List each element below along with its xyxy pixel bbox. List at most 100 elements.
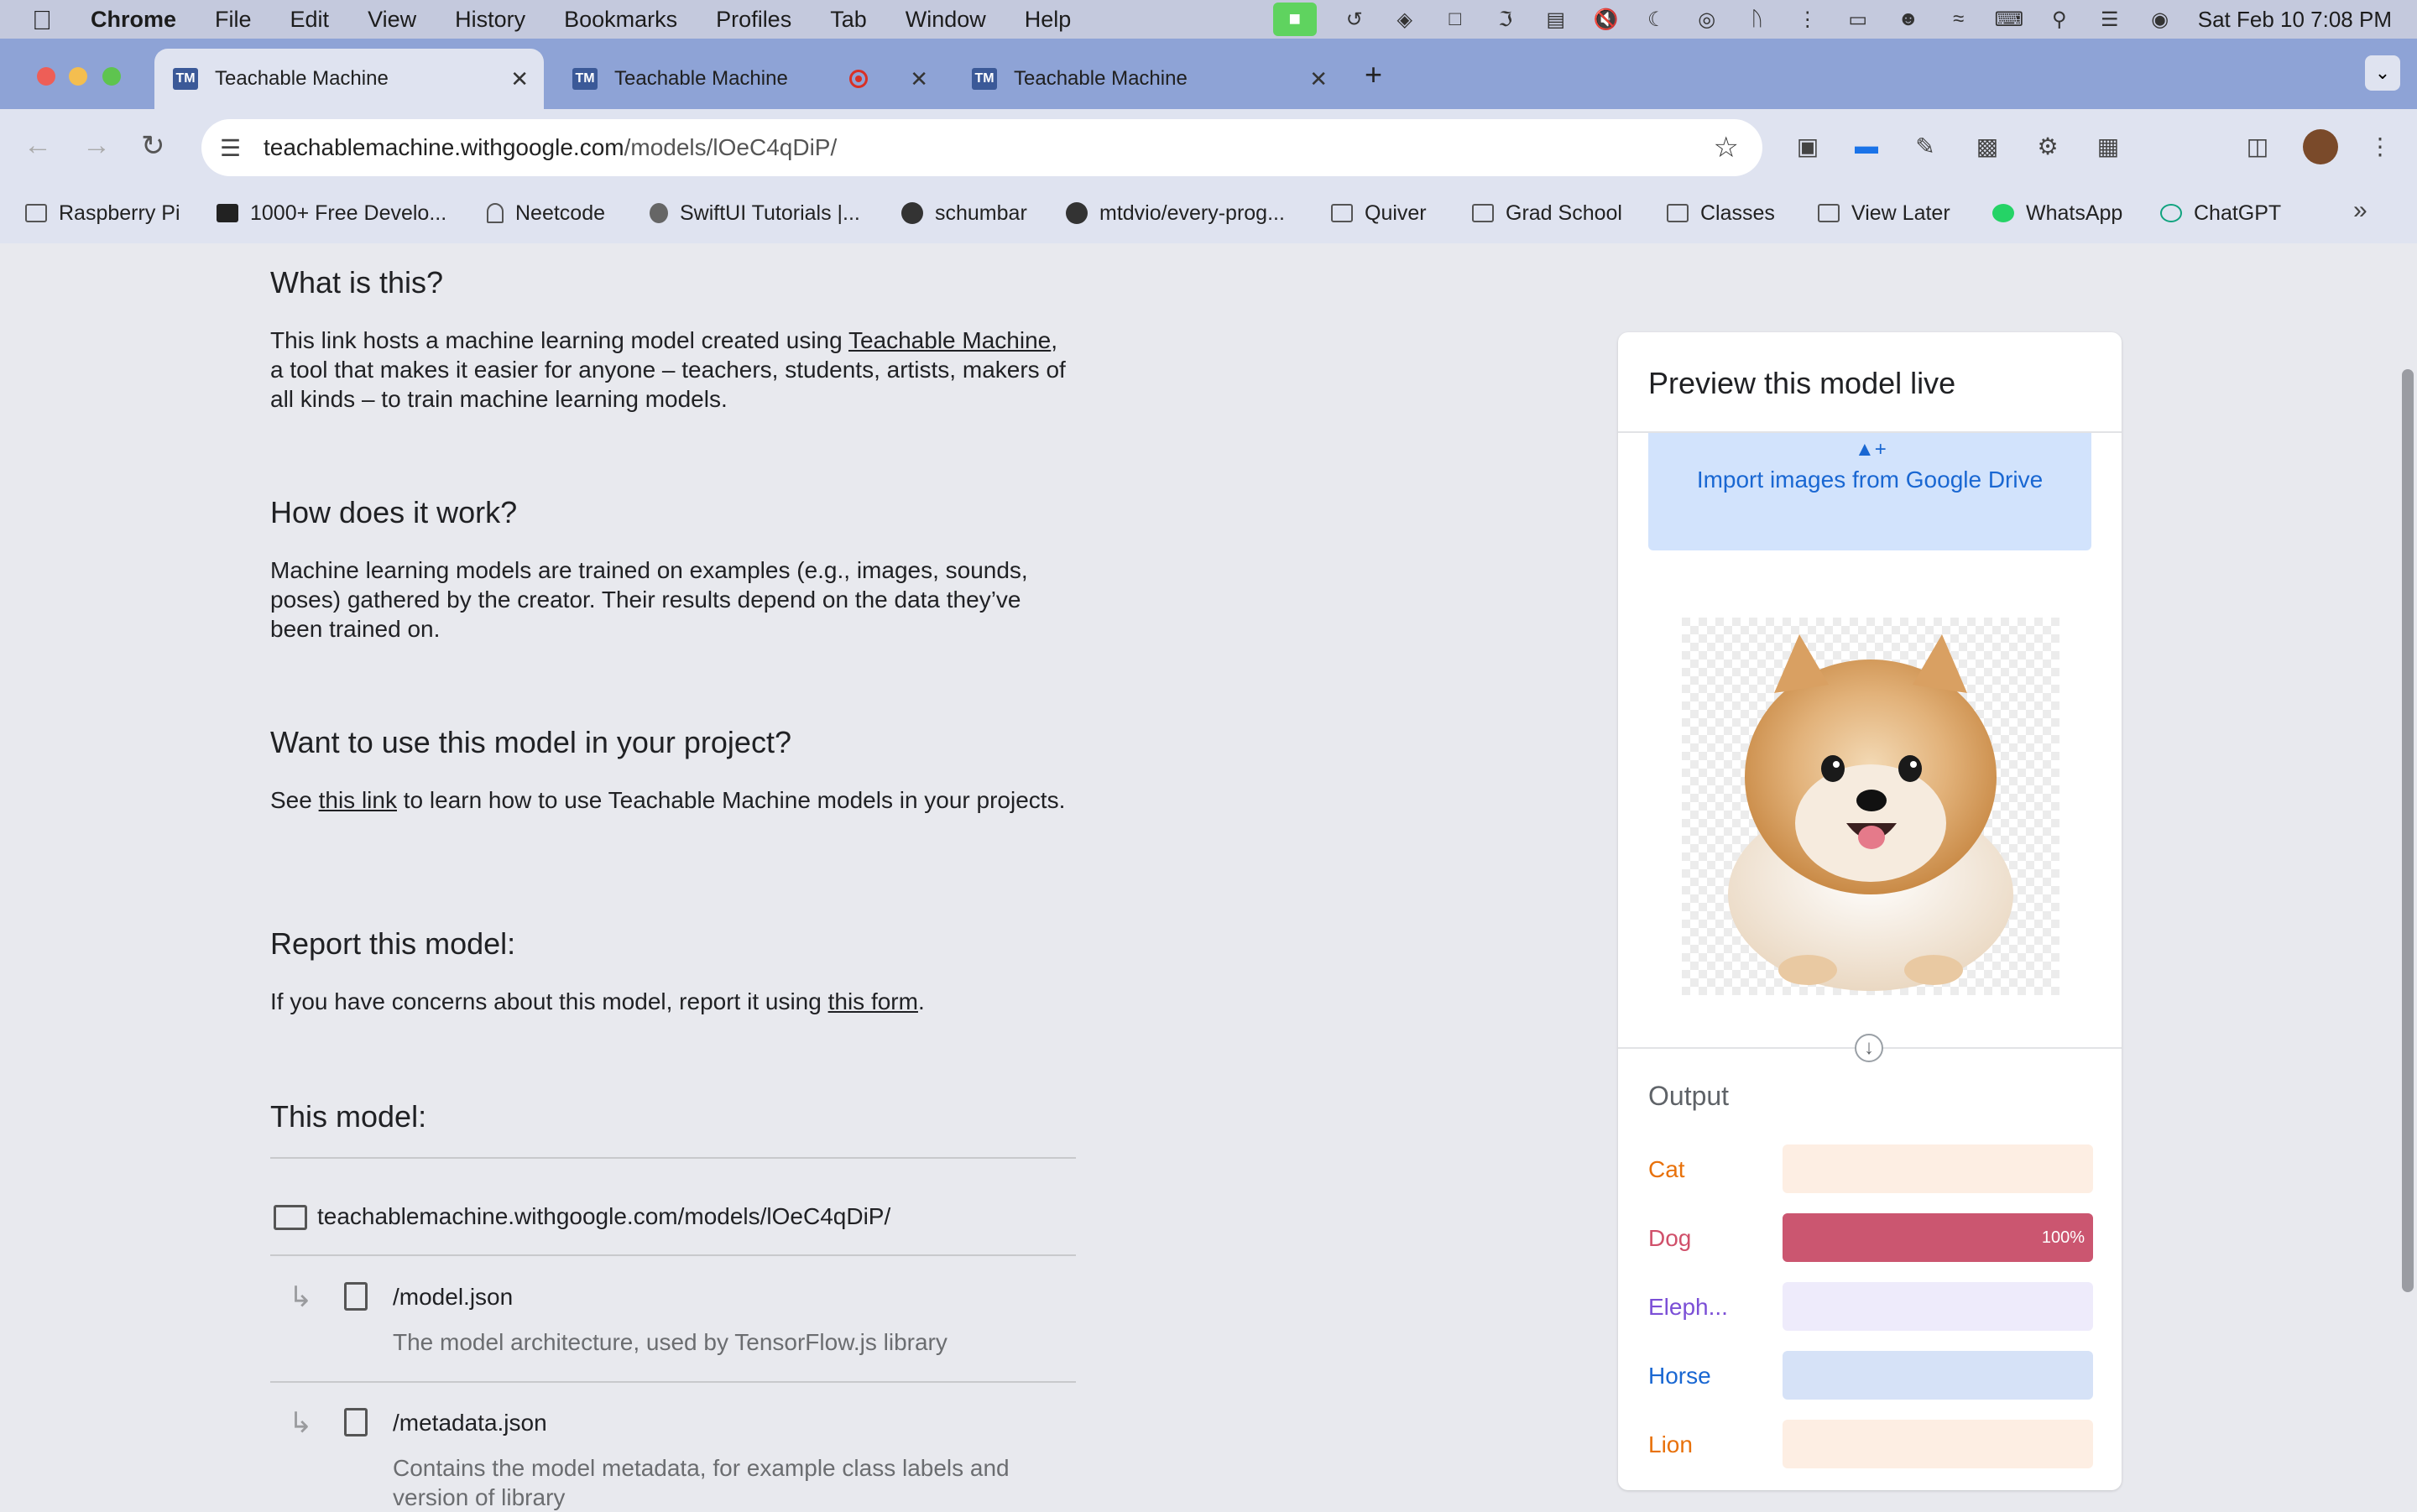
bookmark-grad-school[interactable]: Grad School — [1472, 196, 1622, 230]
side-panel-icon[interactable]: ◫ — [2242, 133, 2273, 163]
siri-icon[interactable]: ◉ — [2148, 8, 2173, 31]
use-text-1: See — [270, 787, 319, 813]
bookmark-quiver[interactable]: Quiver — [1331, 196, 1427, 230]
back-icon[interactable]: ← — [23, 129, 52, 162]
arrow-down-icon[interactable]: ↓ — [1855, 1034, 1883, 1062]
extension-window-icon[interactable]: ▬ — [1851, 133, 1882, 163]
display-icon[interactable]: ▤ — [1543, 8, 1569, 31]
bookmark-label: WhatsApp — [2026, 201, 2123, 225]
facetime-camera-icon[interactable]: ■ — [1272, 3, 1317, 36]
divider — [270, 1254, 1076, 1256]
spotlight-search-icon[interactable]: ⚲ — [2047, 8, 2072, 31]
keyboard-icon[interactable]: ⌨ — [1994, 8, 2023, 31]
apple-menu-icon[interactable]:  — [32, 5, 52, 36]
model-url[interactable]: teachablemachine.withgoogle.com/models/l… — [317, 1203, 890, 1230]
subdirectory-arrow-icon: ↳ — [289, 1407, 313, 1439]
airdrop-icon[interactable]: ◎ — [1694, 8, 1720, 31]
menu-edit[interactable]: Edit — [290, 7, 330, 33]
metadata-json-file[interactable]: /metadata.json — [393, 1410, 547, 1436]
class-bar-cat — [1783, 1144, 2093, 1193]
teachable-machine-link[interactable]: Teachable Machine — [848, 327, 1051, 353]
more-bookmarks-icon[interactable]: » — [2353, 196, 2367, 225]
tab-teachable-machine-2[interactable]: TM Teachable Machine ✕ — [554, 49, 943, 109]
bookmark-chatgpt[interactable]: ChatGPT — [2160, 196, 2281, 230]
new-tab-icon[interactable]: + — [1365, 57, 1382, 92]
battery-icon[interactable]: ▭ — [1845, 8, 1871, 31]
google-drive-add-icon: ▲+ — [1855, 438, 1887, 461]
bookmark-whatsapp[interactable]: WhatsApp — [1992, 196, 2122, 230]
bookmark-label: View Later — [1851, 201, 1950, 225]
use-model-heading: Want to use this model in your project? — [270, 725, 791, 759]
tab-close-icon[interactable]: ✕ — [510, 66, 529, 92]
reload-icon[interactable]: ↻ — [141, 129, 165, 163]
bookmark-swiftui-tutorials[interactable]: SwiftUI Tutorials |... — [650, 196, 860, 230]
wifi-icon[interactable]: ≈ — [1946, 8, 1971, 30]
tab-teachable-machine-3[interactable]: TM Teachable Machine ✕ — [953, 49, 1343, 109]
menu-file[interactable]: File — [215, 7, 252, 33]
use-text-2: to learn how to use Teachable Machine mo… — [396, 787, 1066, 813]
extension-screenshot-icon[interactable]: ▣ — [1793, 133, 1823, 163]
menu-profiles[interactable]: Profiles — [716, 7, 791, 33]
what-text-1: This link hosts a machine learning model… — [270, 327, 848, 353]
bookmark-every-programming[interactable]: mtdvio/every-prog... — [1066, 196, 1285, 230]
tab-close-icon[interactable]: ✕ — [910, 66, 928, 92]
chrome-menu-icon[interactable]: ⋮ — [2365, 133, 2395, 163]
import-google-drive-button[interactable]: ▲+ Import images from Google Drive — [1648, 433, 2091, 550]
chatgpt-icon — [2160, 204, 2182, 222]
window-minimize-button[interactable] — [69, 67, 87, 86]
dots-icon[interactable]: ⋮ — [1795, 8, 1820, 31]
paperclip-icon[interactable]: ℑ — [1493, 8, 1518, 31]
menu-bookmarks[interactable]: Bookmarks — [564, 7, 677, 33]
menu-window[interactable]: Window — [906, 7, 986, 33]
extension-gear-icon[interactable]: ⚙ — [2033, 133, 2063, 163]
extensions-puzzle-icon[interactable]: ▦ — [2093, 133, 2123, 163]
mute-icon[interactable]: 🔇 — [1594, 8, 1619, 31]
menu-history[interactable]: History — [455, 7, 525, 33]
bookmark-raspberry-pi[interactable]: Raspberry Pi — [25, 196, 180, 230]
extension-edit-icon[interactable]: ✎ — [1910, 133, 1940, 163]
bookmark-view-later[interactable]: View Later — [1818, 196, 1950, 230]
moon-icon[interactable]: ☾ — [1644, 8, 1669, 31]
forward-icon[interactable]: → — [82, 129, 111, 162]
class-bar-horse — [1783, 1351, 2093, 1400]
menubar-clock[interactable]: Sat Feb 10 7:08 PM — [2198, 7, 2392, 33]
extension-robot-icon[interactable]: ▩ — [1972, 133, 2002, 163]
menu-view[interactable]: View — [368, 7, 416, 33]
menu-chrome[interactable]: Chrome — [91, 7, 176, 33]
tab-search-icon[interactable]: ⌄ — [2365, 55, 2400, 91]
time-machine-icon[interactable]: ↺ — [1342, 8, 1367, 31]
bookmark-star-icon[interactable]: ☆ — [1714, 131, 1739, 164]
bluetooth-icon[interactable]: ᚢ — [1745, 8, 1770, 30]
report-form-link[interactable]: this form — [828, 988, 918, 1014]
bell-icon — [487, 203, 504, 223]
window-close-button[interactable] — [37, 67, 55, 86]
screen-icon[interactable]: □ — [1443, 8, 1468, 30]
address-bar[interactable]: ☰ teachablemachine.withgoogle.com/models… — [201, 119, 1762, 176]
window-zoom-button[interactable] — [102, 67, 121, 86]
site-info-icon[interactable]: ☰ — [220, 134, 241, 162]
bookmark-schumbar[interactable]: schumbar — [901, 196, 1027, 230]
tab-teachable-machine-1[interactable]: TM Teachable Machine ✕ — [154, 49, 544, 109]
profile-avatar[interactable] — [2303, 129, 2338, 164]
this-link-link[interactable]: this link — [319, 787, 397, 813]
bookmark-label: mtdvio/every-prog... — [1099, 201, 1285, 225]
menu-tab[interactable]: Tab — [830, 7, 867, 33]
report-model-text: If you have concerns about this model, r… — [270, 987, 1068, 1016]
tab-close-icon[interactable]: ✕ — [1309, 66, 1328, 92]
teachable-machine-favicon: TM — [572, 68, 598, 90]
report-model-heading: Report this model: — [270, 926, 516, 961]
menu-help[interactable]: Help — [1025, 7, 1072, 33]
user-icon[interactable]: ☻ — [1896, 8, 1921, 30]
class-label-horse: Horse — [1648, 1363, 1711, 1389]
bookmark-neetcode[interactable]: Neetcode — [487, 196, 605, 230]
box-icon[interactable]: ◈ — [1392, 8, 1417, 31]
codecademy-icon — [217, 204, 238, 222]
control-center-icon[interactable]: ☰ — [2097, 8, 2122, 31]
bookmark-free-developer[interactable]: 1000+ Free Develo... — [217, 196, 446, 230]
url-host: teachablemachine.withgoogle.com — [264, 134, 624, 160]
model-json-file[interactable]: /model.json — [393, 1284, 513, 1311]
scrollbar-thumb[interactable] — [2402, 369, 2414, 1292]
class-percent-dog: 100% — [2041, 1228, 2085, 1247]
url-path: /models/lOeC4qDiP/ — [624, 134, 838, 160]
bookmark-classes[interactable]: Classes — [1667, 196, 1775, 230]
